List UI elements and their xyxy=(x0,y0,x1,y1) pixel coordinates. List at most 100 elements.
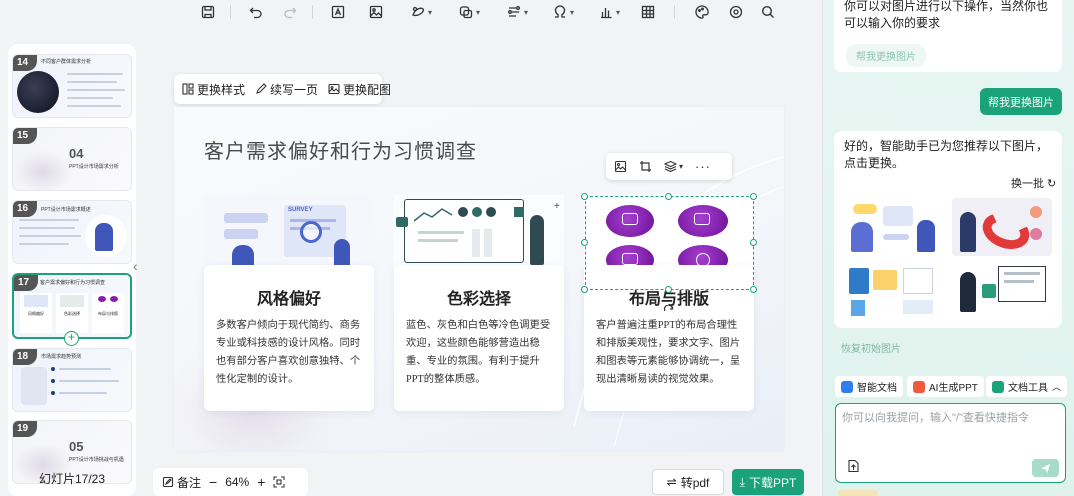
resize-handle-tr[interactable] xyxy=(750,193,757,200)
suggested-image-3[interactable] xyxy=(843,262,943,320)
slide-thumbnail-15[interactable]: 15 04 PPT设计市场需求分析 xyxy=(12,127,132,191)
palette-icon[interactable] xyxy=(692,2,712,22)
resize-handle-t[interactable] xyxy=(665,193,672,200)
table-icon[interactable] xyxy=(638,2,658,22)
symbol-icon[interactable]: ▾ xyxy=(546,2,580,22)
thumb-illustration xyxy=(21,367,47,405)
crop-icon[interactable] xyxy=(639,160,652,173)
send-icon xyxy=(1040,463,1051,473)
collapse-panel-icon[interactable]: ‹ xyxy=(133,258,147,280)
ppt-icon xyxy=(913,380,925,393)
thumb-heading: 不同客户群体需求分析 xyxy=(41,59,92,65)
suggested-image-2[interactable] xyxy=(952,198,1052,256)
thumb-image xyxy=(17,71,59,113)
card-style-preference[interactable]: 风格偏好 多数客户倾向于现代简约、商务专业或科技感的设计风格。同时也有部分客户喜… xyxy=(204,265,374,411)
card-body: 蓝色、灰色和白色等冷色调更受欢迎，这些颜色能够营造出稳重、专业的氛围。有利于提升… xyxy=(406,320,551,385)
survey-illustration[interactable]: SURVEY xyxy=(204,195,374,270)
target-icon[interactable] xyxy=(726,2,746,22)
document-icon xyxy=(841,380,853,393)
layout-icon xyxy=(182,83,194,95)
slide-thumbnail-16[interactable]: 16 PPT设计市场需求概述 xyxy=(12,200,132,264)
save-icon[interactable] xyxy=(198,2,218,22)
zoom-out-button[interactable]: − xyxy=(209,474,217,490)
download-ppt-button[interactable]: ⤓ 下载PPT xyxy=(732,469,804,495)
change-image-button[interactable]: 更换配图 xyxy=(328,81,391,98)
slide-title[interactable]: 客户需求偏好和行为习惯调查 xyxy=(204,135,477,164)
data-analysis-illustration[interactable]: + xyxy=(394,195,564,270)
thumb-flower xyxy=(13,150,73,190)
undo-icon[interactable] xyxy=(246,2,266,22)
search-icon[interactable] xyxy=(758,2,778,22)
resize-handle-tl[interactable] xyxy=(581,193,588,200)
slide-number: 17 xyxy=(14,275,38,291)
convert-pdf-button[interactable]: ⇌ 转pdf xyxy=(652,469,724,495)
suggested-image-1[interactable] xyxy=(843,198,943,256)
notes-icon xyxy=(162,476,174,488)
thumb-section-title: PPT设计市场需求分析 xyxy=(69,164,119,170)
slide-number: 15 xyxy=(13,128,37,144)
rotate-handle-icon[interactable] xyxy=(663,304,675,316)
quick-action-doc-tools[interactable]: 文档工具 ︿ xyxy=(986,376,1068,397)
chat-input[interactable] xyxy=(842,409,1060,449)
main-toolbar: ▾ ▾ ▾ ▾ ▾ xyxy=(0,0,822,24)
slide-number: 16 xyxy=(13,201,37,217)
slide-thumbnail-panel: 14 不同客户群体需求分析 15 04 PPT设计市场需求分析 16 PPT设计… xyxy=(8,44,136,496)
chat-input-container xyxy=(835,403,1066,483)
resize-handle-bl[interactable] xyxy=(581,286,588,293)
pen-icon xyxy=(256,83,267,94)
image-icon[interactable] xyxy=(366,2,386,22)
smart-shape-icon[interactable]: ▾ xyxy=(452,2,486,22)
fit-screen-button[interactable] xyxy=(273,476,285,488)
slide-number: 19 xyxy=(13,421,37,437)
upload-file-icon[interactable] xyxy=(847,459,860,473)
flowchart-icon[interactable]: ▾ xyxy=(500,2,534,22)
image-icon xyxy=(328,83,340,95)
card-body: 客户普遍注重PPT的布局合理性和排版美观性，要求文字、图片和图表等元素能够协调统… xyxy=(596,320,741,385)
change-style-button[interactable]: 更换样式 xyxy=(182,81,245,98)
suggested-image-4[interactable] xyxy=(952,262,1052,320)
chevron-up-icon: ︿ xyxy=(1052,382,1062,392)
user-message: 帮我更换图片 xyxy=(980,88,1062,115)
thumb-card: 风格偏好 xyxy=(20,293,52,333)
text-box-icon[interactable] xyxy=(328,2,348,22)
slide-thumbnail-14[interactable]: 14 不同客户群体需求分析 xyxy=(12,54,132,118)
partial-hidden-element xyxy=(838,490,878,496)
card-color-choice[interactable]: 色彩选择 蓝色、灰色和白色等冷色调更受欢迎，这些颜色能够营造出稳重、专业的氛围。… xyxy=(394,265,564,411)
image-context-toolbar: ▾ ··· xyxy=(606,153,732,180)
shape-icon[interactable]: ▾ xyxy=(404,2,438,22)
card-body: 多数客户倾向于现代简约、商务专业或科技感的设计风格。同时也有部分客户喜欢创意独特… xyxy=(216,320,361,385)
resize-handle-br[interactable] xyxy=(750,286,757,293)
quick-action-smart-doc[interactable]: 智能文档 xyxy=(835,376,903,397)
redo-icon[interactable] xyxy=(280,2,300,22)
slide-action-bar: 更换样式 续写一页 更换配图 xyxy=(174,74,391,104)
survey-label: SURVEY xyxy=(288,207,313,213)
card-title: 风格偏好 xyxy=(256,291,321,308)
replace-image-icon[interactable] xyxy=(614,160,627,173)
resize-handle-b[interactable] xyxy=(665,286,672,293)
image-selection-box[interactable] xyxy=(585,196,754,290)
notes-button[interactable]: 备注 xyxy=(162,474,201,491)
restore-original-image-link[interactable]: 恢复初始图片 xyxy=(841,340,901,355)
resize-handle-r[interactable] xyxy=(750,239,757,246)
thumb-card: 布局与排版 xyxy=(92,293,124,333)
slide-number: 14 xyxy=(13,55,37,71)
slide-counter: 幻灯片17/23 xyxy=(38,472,106,486)
layer-icon[interactable]: ▾ xyxy=(664,160,683,173)
assistant-message-text: 你可以对图片进行以下操作，当然你也可以输入你的要求 xyxy=(844,0,1049,30)
chart-icon[interactable]: ▾ xyxy=(592,2,626,22)
add-slide-button[interactable]: + xyxy=(64,331,79,346)
card-title: 色彩选择 xyxy=(446,291,511,308)
thumb-section-title: PPT设计市场挑战与机遇 xyxy=(69,457,124,463)
more-options-icon[interactable]: ··· xyxy=(695,159,711,174)
suggestion-chip[interactable]: 帮我更换图片 xyxy=(846,44,926,67)
continue-page-button[interactable]: 续写一页 xyxy=(255,81,318,98)
zoom-in-button[interactable]: + xyxy=(257,474,265,490)
slide-thumbnail-18[interactable]: 18 市场需求趋势预测 xyxy=(12,348,132,412)
refresh-batch-button[interactable]: 换一批 ↻ xyxy=(1011,175,1056,191)
fit-screen-icon xyxy=(273,476,285,488)
send-button[interactable] xyxy=(1032,459,1059,477)
quick-action-ai-ppt[interactable]: AI生成PPT xyxy=(907,376,984,397)
swap-icon: ⇌ xyxy=(666,475,677,489)
resize-handle-l[interactable] xyxy=(581,239,588,246)
assistant-message-text: 好的，智能助手已为您推荐以下图片，点击更换。 xyxy=(844,139,1049,170)
